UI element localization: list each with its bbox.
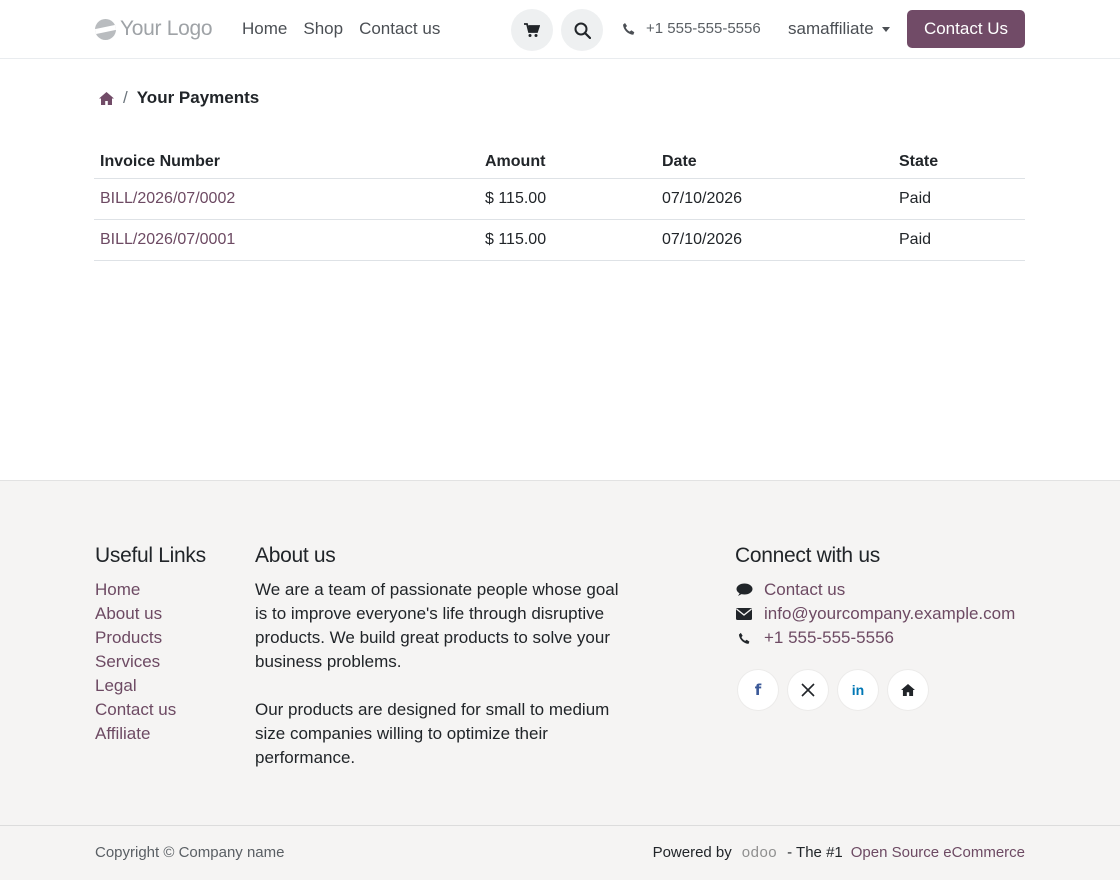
column-header-invoice-number: Invoice Number xyxy=(100,153,221,170)
logo-mark-icon xyxy=(95,18,116,40)
nav-shop[interactable]: Shop xyxy=(303,19,343,39)
invoice-link[interactable]: BILL/2026/07/0002 xyxy=(100,190,235,207)
connect-section: Connect with us Contact us info@yourcomp… xyxy=(735,544,1015,710)
comment-icon xyxy=(735,583,753,597)
table-header: Invoice Number Amount Date State xyxy=(94,146,1025,179)
header-phone-number: +1 555-555-5556 xyxy=(646,20,761,37)
payments-table: Invoice Number Amount Date State BILL/20… xyxy=(94,146,1025,261)
connect-email-link[interactable]: info@yourcompany.example.com xyxy=(764,604,1015,624)
search-button[interactable] xyxy=(561,9,603,51)
state-cell: Paid xyxy=(899,231,932,248)
amount-cell: $ 115.00 xyxy=(485,190,547,207)
phone-icon xyxy=(623,22,635,35)
table-row: BILL/2026/07/0002 $ 115.00 07/10/2026 Pa… xyxy=(94,179,1025,220)
date-cell: 07/10/2026 xyxy=(662,190,743,207)
caret-down-icon xyxy=(881,26,890,32)
state-cell: Paid xyxy=(899,190,932,207)
footer-link-services[interactable]: Services xyxy=(95,650,206,674)
user-name: samaffiliate xyxy=(788,19,874,38)
search-icon xyxy=(574,22,591,39)
home-link-button[interactable] xyxy=(888,670,928,710)
table-row: BILL/2026/07/0001 $ 115.00 07/10/2026 Pa… xyxy=(94,220,1025,261)
amount-cell: $ 115.00 xyxy=(485,231,547,248)
site-footer: Useful Links Home About us Products Serv… xyxy=(0,480,1120,880)
open-source-ecommerce-link[interactable]: Open Source eCommerce xyxy=(851,844,1025,861)
connect-email-row: info@yourcompany.example.com xyxy=(735,602,1015,626)
invoice-number-cell: BILL/2026/07/0002 xyxy=(94,190,485,208)
footer-link-about-us[interactable]: About us xyxy=(95,602,206,626)
date-cell: 07/10/2026 xyxy=(662,231,743,248)
footer-link-contact-us[interactable]: Contact us xyxy=(95,698,206,722)
x-twitter-icon xyxy=(801,683,815,697)
connect-title: Connect with us xyxy=(735,544,880,567)
home-icon[interactable] xyxy=(99,91,114,105)
linkedin-icon: in xyxy=(851,682,865,698)
logo[interactable]: Your Logo xyxy=(95,16,213,42)
footer-link-home[interactable]: Home xyxy=(95,578,206,602)
powered-by-label: Powered by xyxy=(652,844,732,861)
cart-button[interactable] xyxy=(511,9,553,51)
linkedin-button[interactable]: in xyxy=(838,670,878,710)
invoice-link[interactable]: BILL/2026/07/0001 xyxy=(100,231,235,248)
breadcrumb: / Your Payments xyxy=(99,88,259,108)
about-paragraph-1: We are a team of passionate people whose… xyxy=(255,580,619,671)
useful-links-title: Useful Links xyxy=(95,544,206,567)
social-links: f in xyxy=(738,670,1015,710)
user-menu-dropdown[interactable]: samaffiliate xyxy=(788,19,890,39)
logo-text: Your Logo xyxy=(120,17,213,40)
connect-contact-row: Contact us xyxy=(735,578,1015,602)
powered-by-tagline: - The #1 xyxy=(787,844,843,861)
about-paragraph-2: Our products are designed for small to m… xyxy=(255,700,610,767)
powered-by: Powered by odoo - The #1 Open Source eCo… xyxy=(653,844,1025,861)
connect-contact-link[interactable]: Contact us xyxy=(764,580,845,600)
nav-home[interactable]: Home xyxy=(242,19,287,39)
column-header-state: State xyxy=(899,153,939,170)
copyright-bar: Copyright © Company name Powered by odoo… xyxy=(0,825,1120,880)
connect-phone-row: +1 555-555-5556 xyxy=(735,626,1015,650)
nav-contact-us[interactable]: Contact us xyxy=(359,19,440,39)
envelope-icon xyxy=(735,608,753,620)
useful-links-section: Useful Links Home About us Products Serv… xyxy=(95,544,206,746)
site-header: Your Logo Home Shop Contact us +1 555-55… xyxy=(0,0,1120,59)
footer-link-products[interactable]: Products xyxy=(95,626,206,650)
breadcrumb-current: Your Payments xyxy=(136,88,260,107)
facebook-icon: f xyxy=(754,681,762,699)
about-section: About us We are a team of passionate peo… xyxy=(255,544,627,770)
footer-link-affiliate[interactable]: Affiliate xyxy=(95,722,206,746)
odoo-logo[interactable]: odoo xyxy=(742,844,777,861)
phone-icon xyxy=(735,632,753,645)
contact-us-button[interactable]: Contact Us xyxy=(907,10,1025,48)
connect-phone-link[interactable]: +1 555-555-5556 xyxy=(764,628,894,648)
main-nav: Home Shop Contact us xyxy=(242,19,440,39)
home-icon xyxy=(901,684,915,696)
column-header-amount: Amount xyxy=(485,153,546,170)
x-twitter-button[interactable] xyxy=(788,670,828,710)
breadcrumb-separator: / xyxy=(123,88,128,107)
copyright-text: Copyright © Company name xyxy=(95,844,285,861)
invoice-number-cell: BILL/2026/07/0001 xyxy=(94,231,485,249)
cart-icon xyxy=(524,22,540,37)
facebook-button[interactable]: f xyxy=(738,670,778,710)
header-phone[interactable]: +1 555-555-5556 xyxy=(622,20,761,37)
column-header-date: Date xyxy=(662,153,697,170)
footer-link-legal[interactable]: Legal xyxy=(95,674,206,698)
about-title: About us xyxy=(255,544,336,567)
